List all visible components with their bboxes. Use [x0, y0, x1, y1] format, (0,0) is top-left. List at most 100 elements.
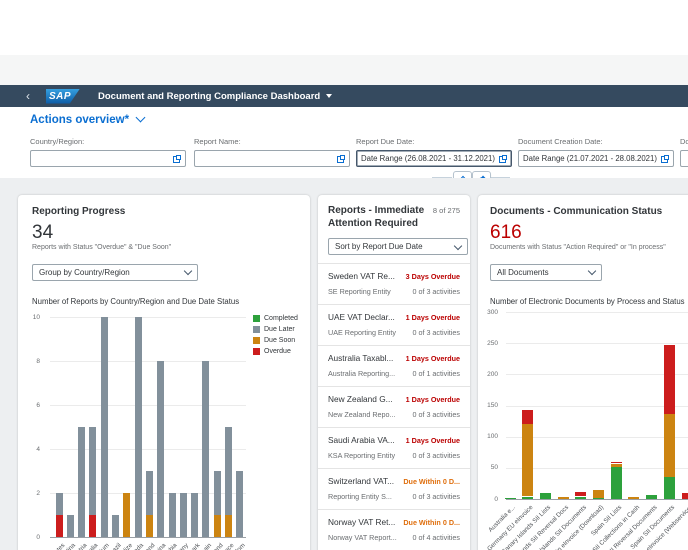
bar-segment-due-later[interactable]	[213, 471, 221, 515]
bar-segment-due-later[interactable]	[134, 317, 142, 537]
bar-segment-due-later[interactable]	[55, 493, 63, 515]
report-list-item[interactable]: Norway VAT Ret... Due Within 0 D... Norway…	[318, 510, 470, 550]
filter-input[interactable]	[680, 150, 688, 167]
page-title[interactable]: Actions overview*	[30, 112, 146, 126]
list-counter: 8 of 275	[432, 206, 460, 215]
bar-segment-due-later[interactable]	[236, 471, 244, 537]
back-icon[interactable]: ‹	[26, 85, 30, 107]
bar-segment-due-later[interactable]	[179, 493, 187, 537]
sort-by-select[interactable]: Sort by Report Due Date	[328, 238, 468, 255]
activities-progress: 0 of 3 activities	[412, 451, 460, 460]
bar-segment-action-required[interactable]	[575, 492, 587, 497]
report-list-item[interactable]: Saudi Arabia VA... 1 Days Overdue KSA Repo…	[318, 428, 470, 469]
group-by-value: Group by Country/Region	[39, 267, 130, 277]
bar-segment-due-later[interactable]	[225, 427, 232, 515]
bar-segment-due-later[interactable]	[202, 361, 210, 537]
activities-progress: 0 of 3 activities	[412, 287, 460, 296]
screen: ‹ SAP Document and Reporting Compliance …	[0, 0, 688, 550]
title-dropdown-caret-icon[interactable]	[326, 94, 333, 98]
bar-segment-completed[interactable]	[646, 495, 658, 499]
bar-segment-due-later[interactable]	[112, 515, 119, 537]
value-help-icon[interactable]	[337, 154, 345, 163]
chevron-down-icon	[587, 267, 597, 276]
group-by-select[interactable]: Group by Country/Region	[32, 263, 198, 281]
activities-progress: 0 of 3 activities	[412, 328, 460, 337]
bar-segment-in-process[interactable]	[557, 497, 569, 499]
reporting-entity: New Zealand Repo...	[328, 410, 396, 419]
bar-segment-in-process[interactable]	[593, 490, 604, 498]
bar-segment-overdue[interactable]	[89, 515, 97, 537]
bar-segment-due-later[interactable]	[191, 493, 199, 537]
y-axis-tick: 150	[487, 402, 498, 409]
y-axis-tick: 0	[36, 533, 40, 541]
report-list-item[interactable]: New Zealand G... 1 Days Overdue New Zealan…	[318, 387, 470, 428]
bar-segment-action-required[interactable]	[522, 409, 534, 425]
bar-segment-due-later[interactable]	[89, 427, 97, 515]
legend-item[interactable]: Overdue	[253, 348, 298, 355]
bar-segment-in-process[interactable]	[522, 424, 534, 497]
report-list-item[interactable]: Australia Taxabl... 1 Days Overdue Austral…	[318, 346, 470, 387]
report-list-item[interactable]: Switzerland VAT... Due Within 0 D... Repor…	[318, 469, 470, 510]
bar-segment-completed[interactable]	[539, 492, 551, 499]
shellbar-title[interactable]: Document and Reporting Compliance Dashbo…	[98, 91, 320, 102]
bar-segment-due-later[interactable]	[168, 493, 176, 537]
bar-segment-due-soon[interactable]	[225, 515, 232, 537]
gridline	[506, 343, 688, 345]
kpi-count[interactable]: 616	[490, 223, 688, 243]
panel-title: Reporting Progress	[32, 206, 126, 217]
filter-input[interactable]	[194, 150, 350, 167]
value-help-icon[interactable]	[173, 154, 181, 163]
report-name: Australia Taxabl...	[328, 353, 394, 363]
report-list-item[interactable]: Sweden VAT Re... 3 Days Overdue SE Reporti…	[318, 264, 470, 305]
bar-segment-action-required[interactable]	[610, 461, 622, 464]
y-axis-tick: 4	[36, 445, 40, 453]
bar-segment-in-process[interactable]	[610, 463, 622, 467]
legend-label: Due Later	[264, 326, 295, 333]
y-axis-tick: 6	[36, 401, 40, 409]
report-name: UAE VAT Declar...	[328, 312, 395, 322]
reports-attention-panel: Reports - Immediate Attention Required 8…	[318, 195, 470, 550]
chevron-down-icon	[183, 267, 193, 276]
bar-segment-action-required[interactable]	[663, 345, 675, 414]
bar-segment-due-later[interactable]	[66, 515, 74, 537]
bar-segment-completed[interactable]	[575, 496, 587, 499]
filter-input[interactable]: Date Range (26.08.2021 - 31.12.2021)	[356, 150, 512, 167]
document-filter-select[interactable]: All Documents	[490, 263, 602, 281]
bar-segment-in-process[interactable]	[663, 413, 675, 478]
legend-item[interactable]: Due Later	[253, 326, 298, 333]
reporting-entity: KSA Reporting Entity	[328, 451, 396, 460]
value-help-icon[interactable]	[661, 154, 669, 163]
bar-segment-due-soon[interactable]	[123, 493, 131, 537]
bar-segment-completed[interactable]	[663, 477, 675, 499]
filter-input[interactable]: Date Range (21.07.2021 - 28.08.2021)	[518, 150, 674, 167]
bar-segment-completed[interactable]	[504, 498, 516, 499]
bar-segment-due-later[interactable]	[157, 361, 165, 537]
filter-field: Do	[680, 137, 688, 167]
legend-swatch	[253, 326, 260, 333]
kpi-count[interactable]: 34	[32, 223, 296, 243]
report-name: Saudi Arabia VA...	[328, 435, 395, 445]
bar-segment-completed[interactable]	[593, 497, 604, 499]
report-status: Due Within 0 D...	[403, 477, 460, 486]
bar-segment-due-later[interactable]	[78, 427, 86, 537]
bar-segment-completed[interactable]	[610, 466, 622, 499]
bar-segment-overdue[interactable]	[55, 515, 63, 537]
report-list-item[interactable]: UAE VAT Declar... 1 Days Overdue UAE Repor…	[318, 305, 470, 346]
bar-segment-due-later[interactable]	[145, 471, 153, 515]
filter-value: Date Range (21.07.2021 - 28.08.2021)	[523, 154, 657, 163]
legend-item[interactable]: Completed	[253, 315, 298, 322]
bar-segment-due-soon[interactable]	[145, 515, 153, 537]
bar-segment-action-required[interactable]	[681, 492, 688, 499]
panel-title: Reports - Immediate Attention Required	[328, 205, 425, 229]
sap-logo[interactable]: SAP	[46, 88, 80, 104]
bar-segment-completed[interactable]	[522, 496, 534, 499]
filter-input[interactable]	[30, 150, 186, 167]
value-help-icon[interactable]	[499, 154, 507, 163]
legend-label: Completed	[264, 315, 298, 322]
legend-item[interactable]: Due Soon	[253, 337, 298, 344]
bar-segment-due-soon[interactable]	[213, 515, 221, 537]
page-title-text: Actions overview*	[30, 114, 130, 126]
reporting-entity: Australia Reporting...	[328, 369, 396, 378]
bar-segment-in-process[interactable]	[628, 497, 640, 499]
bar-segment-due-later[interactable]	[100, 317, 108, 537]
